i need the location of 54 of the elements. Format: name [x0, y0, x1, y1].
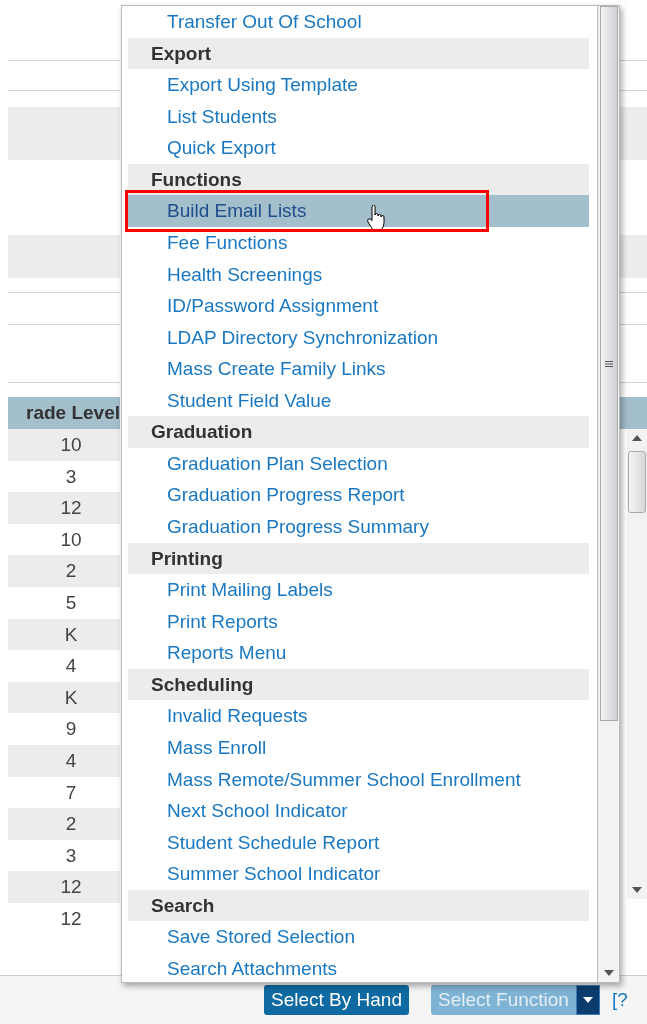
table-row [620, 107, 647, 160]
menu-item[interactable]: Export Using Template [128, 69, 589, 101]
menu-item[interactable]: List Students [128, 100, 589, 133]
select-by-hand-button[interactable]: Select By Hand [264, 985, 409, 1015]
menu-item[interactable]: Summer School Indicator [128, 858, 589, 890]
menu-item[interactable]: Next School Indicator [128, 795, 589, 827]
menu-item[interactable]: Invalid Requests [128, 700, 589, 732]
menu-item[interactable]: Graduation Progress Summary [128, 511, 589, 543]
menu-group-header: Graduation [128, 416, 589, 448]
scroll-down-icon[interactable] [632, 887, 642, 893]
menu-item[interactable]: Build Email Lists [128, 195, 589, 227]
menu-group-header: Functions [128, 163, 589, 196]
table-header [620, 397, 647, 429]
help-link[interactable]: [? [611, 989, 628, 1011]
table-cell: 2 [8, 808, 120, 840]
menu-item[interactable]: Transfer Out Of School [128, 6, 589, 38]
table-cell: K [8, 681, 120, 714]
menu-item[interactable]: ID/Password Assignment [128, 290, 589, 322]
menu-item[interactable]: Search Attachments [128, 952, 589, 985]
table-cell: 10 [8, 429, 120, 461]
menu-item[interactable]: Save Stored Selection [128, 921, 589, 953]
menu-item[interactable]: Student Schedule Report [128, 826, 589, 859]
table-row [620, 235, 647, 278]
menu-item[interactable]: Mass Enroll [128, 731, 589, 764]
menu-item[interactable]: Graduation Progress Report [128, 479, 589, 511]
table-cell: 4 [8, 744, 120, 777]
menu-item[interactable]: Mass Remote/Summer School Enrollment [128, 763, 589, 796]
menu-group-header: Export [128, 37, 589, 70]
menu-item[interactable]: Print Reports [128, 605, 589, 638]
table-cell: 12 [8, 492, 120, 524]
menu-group-header: Printing [128, 542, 589, 575]
menu-item[interactable]: Quick Export [128, 132, 589, 164]
column-header[interactable]: rade Level [8, 397, 120, 429]
menu-item[interactable]: Graduation Plan Selection [128, 447, 589, 480]
scrollbar[interactable] [597, 6, 619, 982]
menu-item[interactable]: Mass Create Family Links [128, 353, 589, 385]
table-cell: 12 [8, 871, 120, 903]
hand-cursor-icon [366, 205, 386, 232]
menu-item[interactable]: Student Field Value [128, 384, 589, 417]
scrollbar[interactable] [627, 429, 647, 899]
scroll-thumb[interactable] [599, 6, 618, 721]
menu-item[interactable]: Health Screenings [128, 258, 589, 291]
menu-group-header: Search [128, 889, 589, 922]
menu-group-header: Scheduling [128, 668, 589, 701]
menu-item[interactable]: Reports Menu [128, 637, 589, 669]
table-cell: K [8, 618, 120, 651]
scroll-up-icon[interactable] [632, 435, 642, 441]
caret-icon [582, 997, 593, 1003]
scroll-thumb[interactable] [628, 451, 646, 513]
table-cell: 2 [8, 555, 120, 587]
dropdown-button[interactable] [575, 985, 600, 1015]
menu-item[interactable]: LDAP Directory Synchronization [128, 321, 589, 354]
grip-icon [604, 360, 613, 367]
menu-item[interactable]: Print Mailing Labels [128, 574, 589, 606]
